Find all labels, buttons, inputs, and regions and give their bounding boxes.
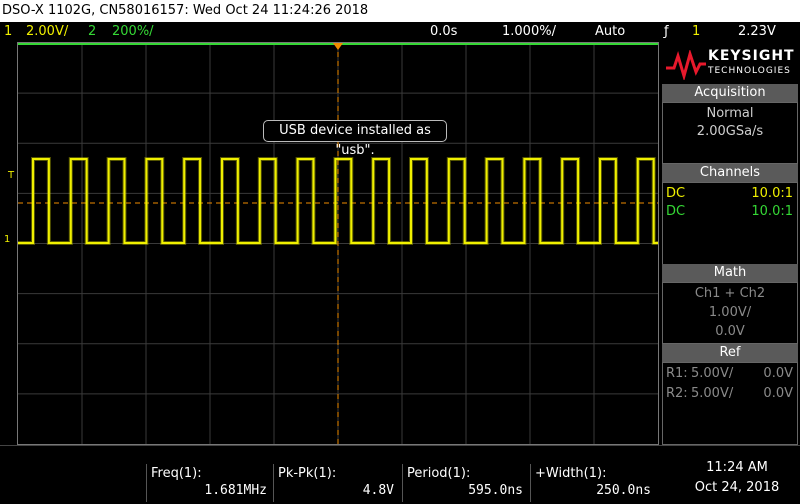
math-function: Ch1 + Ch2 [694,286,766,301]
waveform-display[interactable]: USB device installed as "usb". [17,42,659,445]
keysight-logo: KEYSIGHT TECHNOLOGIES [660,42,800,84]
measurement-pkpk[interactable]: Pk-Pk(1): 4.8V [273,464,398,502]
ch2-scale[interactable]: 200%/ [112,22,154,42]
waveform-graticule [18,43,658,444]
r1-offset: 0.0V [763,366,793,381]
pkpk-label: Pk-Pk(1): [278,466,337,481]
brand-subtitle: TECHNOLOGIES [708,66,791,76]
r2-offset: 0.0V [763,386,793,401]
period-value: 595.0ns [468,483,523,498]
ch2-probe: 10.0:1 [751,204,793,219]
trigger-edge-icon: ƒ [664,24,669,39]
r2-scale: 5.00V/ [691,386,734,401]
measurement-period[interactable]: Period(1): 595.0ns [402,464,527,502]
ch1-scale[interactable]: 2.00V/ [26,22,68,42]
trigger-source[interactable]: 1 [692,22,700,42]
clock: 11:24 AM Oct 24, 2018 [682,458,792,498]
trigger-mode[interactable]: Auto [595,22,625,42]
freq-value: 1.681MHz [204,483,267,498]
math-panel: Ch1 + Ch2 1.00V/ 0.0V [662,282,798,344]
brand-name: KEYSIGHT [708,48,795,64]
width-label: +Width(1): [535,466,607,481]
keysight-wave-icon [666,50,706,80]
freq-label: Freq(1): [151,466,202,481]
channels-header[interactable]: Channels [662,164,798,182]
acquisition-mode: Normal [706,106,754,121]
acquisition-panel: Normal 2.00GSa/s [662,102,798,164]
trigger-level-marker: T [8,170,15,181]
ref-panel: R1: 5.00V/ 0.0V R2: 5.00V/ 0.0V [662,362,798,445]
clock-date: Oct 24, 2018 [694,480,780,495]
time-scale[interactable]: 1.000%/ [502,22,556,42]
measurement-freq[interactable]: Freq(1): 1.681MHz [146,464,271,502]
ref-header[interactable]: Ref [662,344,798,362]
channels-panel: DC 10.0:1 DC 10.0:1 [662,182,798,266]
r2-label: R2: [666,386,688,401]
status-bar: 1 2.00V/ 2 200%/ 0.0s 1.000%/ Auto ƒ 1 2… [0,22,800,42]
usb-notification: USB device installed as "usb". [263,120,447,158]
ch1-ground-marker: 1 [4,234,11,245]
window-title: DSO-X 1102G, CN58016157: Wed Oct 24 11:2… [0,0,800,22]
period-label: Period(1): [407,466,471,481]
time-position[interactable]: 0.0s [430,22,457,42]
clock-time: 11:24 AM [706,460,768,475]
side-panel: KEYSIGHT TECHNOLOGIES Acquisition Normal… [660,42,800,445]
pkpk-value: 4.8V [362,483,394,498]
r1-scale: 5.00V/ [691,366,734,381]
acquisition-header[interactable]: Acquisition [662,84,798,102]
measurement-width[interactable]: +Width(1): 250.0ns [530,464,655,502]
trigger-level[interactable]: 2.23V [738,22,776,42]
ch2-number[interactable]: 2 [88,22,96,42]
r1-label: R1: [666,366,688,381]
math-scale: 1.00V/ [708,305,752,320]
measurement-bar: Freq(1): 1.681MHz Pk-Pk(1): 4.8V Period(… [0,445,800,504]
ch1-number[interactable]: 1 [4,22,12,42]
ch1-probe: 10.0:1 [751,186,793,201]
ch2-coupling: DC [666,204,686,219]
ch1-coupling: DC [666,186,686,201]
math-offset: 0.0V [715,324,745,339]
math-header[interactable]: Math [662,264,798,282]
sample-rate: 2.00GSa/s [696,124,764,139]
width-value: 250.0ns [596,483,651,498]
